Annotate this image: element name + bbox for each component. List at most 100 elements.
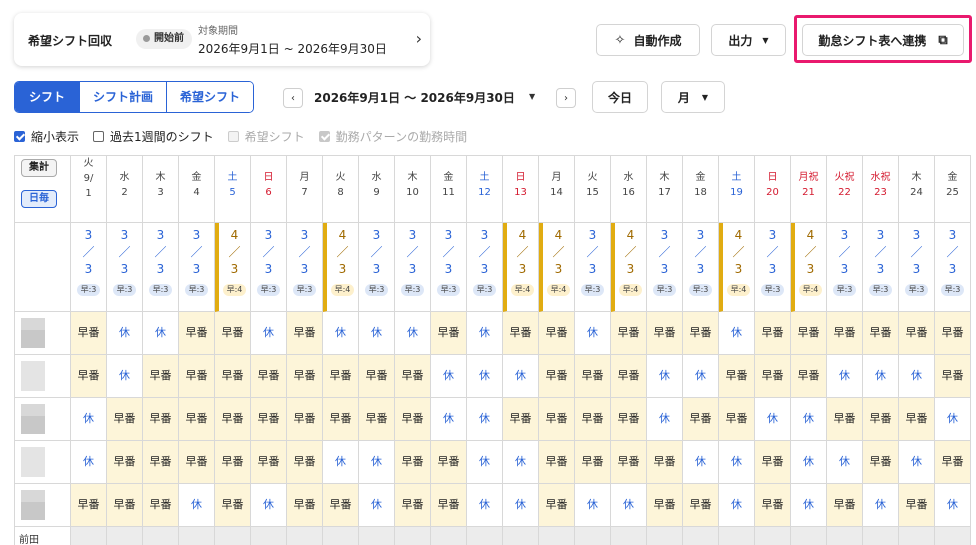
shift-cell[interactable]: 休 — [467, 355, 503, 398]
shift-cell[interactable]: 早番 — [683, 484, 719, 527]
shift-cell[interactable]: 早番 — [359, 355, 395, 398]
shift-cell[interactable]: 早番 — [863, 441, 899, 484]
shift-cell[interactable] — [107, 527, 143, 545]
shift-cell[interactable]: 早番 — [575, 441, 611, 484]
shift-cell[interactable]: 早番 — [935, 355, 971, 398]
shift-cell[interactable]: 休 — [179, 484, 215, 527]
shift-cell[interactable]: 休 — [899, 441, 935, 484]
shift-cell[interactable]: 早番 — [647, 484, 683, 527]
day-header[interactable]: 土 12 — [467, 155, 503, 223]
employee-name-cell[interactable] — [14, 355, 71, 398]
shift-cell[interactable]: 休 — [71, 441, 107, 484]
export-button[interactable]: 出力 ▼ — [711, 24, 786, 56]
shift-cell[interactable]: 早番 — [719, 398, 755, 441]
caret-down-icon[interactable]: ▼ — [529, 92, 535, 101]
shift-cell[interactable]: 早番 — [611, 441, 647, 484]
shift-cell[interactable] — [899, 527, 935, 545]
shift-cell[interactable]: 早番 — [143, 484, 179, 527]
day-header[interactable]: 金 25 — [935, 155, 971, 223]
shift-cell[interactable]: 早番 — [71, 484, 107, 527]
shift-cell[interactable]: 早番 — [863, 312, 899, 355]
shift-cell[interactable]: 休 — [827, 355, 863, 398]
shift-cell[interactable]: 休 — [935, 398, 971, 441]
shift-cell[interactable]: 早番 — [539, 484, 575, 527]
shift-cell[interactable]: 休 — [863, 484, 899, 527]
shift-cell[interactable]: 休 — [683, 441, 719, 484]
day-header[interactable]: 日 20 — [755, 155, 791, 223]
chevron-right-icon[interactable]: › — [416, 29, 422, 48]
shift-cell[interactable]: 休 — [791, 441, 827, 484]
shift-cell[interactable]: 休 — [107, 355, 143, 398]
shift-cell[interactable]: 早番 — [899, 312, 935, 355]
option-checkbox-1[interactable]: 過去1週間のシフト — [93, 128, 214, 145]
shift-cell[interactable]: 早番 — [863, 398, 899, 441]
shift-cell[interactable]: 休 — [755, 398, 791, 441]
employee-name-cell[interactable]: 前田 — [14, 527, 71, 545]
shift-cell[interactable]: 休 — [719, 484, 755, 527]
shift-cell[interactable]: 早番 — [791, 312, 827, 355]
shift-cell[interactable]: 早番 — [899, 484, 935, 527]
day-header[interactable]: 日 13 — [503, 155, 539, 223]
shift-cell[interactable]: 早番 — [287, 355, 323, 398]
shift-cell[interactable]: 早番 — [899, 398, 935, 441]
shift-cell[interactable]: 早番 — [287, 398, 323, 441]
date-range-label[interactable]: 2026年9月1日 〜 2026年9月30日 — [314, 89, 515, 106]
shift-cell[interactable]: 早番 — [827, 484, 863, 527]
day-header[interactable]: 土5 — [215, 155, 251, 223]
shift-cell[interactable] — [143, 527, 179, 545]
shift-cell[interactable]: 休 — [467, 398, 503, 441]
shift-cell[interactable]: 早番 — [539, 398, 575, 441]
shift-cell[interactable]: 早番 — [431, 441, 467, 484]
employee-name-cell[interactable] — [14, 484, 71, 527]
daily-view-button[interactable]: 日毎 — [21, 190, 57, 208]
shift-cell[interactable]: 休 — [899, 355, 935, 398]
shift-cell[interactable]: 早番 — [107, 484, 143, 527]
shift-cell[interactable]: 早番 — [251, 398, 287, 441]
shift-cell[interactable]: 早番 — [539, 441, 575, 484]
day-header[interactable]: 木3 — [143, 155, 179, 223]
shift-cell[interactable]: 休 — [251, 484, 287, 527]
shift-cell[interactable]: 早番 — [107, 398, 143, 441]
shift-cell[interactable]: 早番 — [647, 441, 683, 484]
shift-cell[interactable]: 早番 — [287, 484, 323, 527]
shift-cell[interactable]: 早番 — [107, 441, 143, 484]
tab-shift[interactable]: シフト — [15, 82, 80, 112]
shift-cell[interactable]: 休 — [575, 484, 611, 527]
shift-cell[interactable] — [827, 527, 863, 545]
shift-cell[interactable]: 早番 — [827, 312, 863, 355]
shift-cell[interactable] — [323, 527, 359, 545]
shift-cell[interactable]: 休 — [467, 312, 503, 355]
shift-cell[interactable]: 早番 — [719, 355, 755, 398]
day-header[interactable]: 月祝 21 — [791, 155, 827, 223]
shift-cell[interactable] — [575, 527, 611, 545]
shift-cell[interactable]: 休 — [359, 312, 395, 355]
shift-cell[interactable]: 休 — [431, 398, 467, 441]
day-header[interactable]: 木 24 — [899, 155, 935, 223]
checkbox-box[interactable] — [93, 131, 105, 142]
shift-cell[interactable] — [539, 527, 575, 545]
day-header[interactable]: 月 14 — [539, 155, 575, 223]
shift-cell[interactable]: 早番 — [179, 312, 215, 355]
day-header[interactable]: 火8 — [323, 155, 359, 223]
shift-cell[interactable] — [251, 527, 287, 545]
shift-cell[interactable]: 早番 — [143, 398, 179, 441]
shift-cell[interactable]: 早番 — [935, 312, 971, 355]
total-view-button[interactable]: 集計 — [21, 159, 57, 177]
shift-cell[interactable]: 早番 — [215, 398, 251, 441]
shift-cell[interactable]: 早番 — [251, 355, 287, 398]
shift-cell[interactable]: 早番 — [395, 441, 431, 484]
shift-cell[interactable]: 早番 — [179, 355, 215, 398]
shift-cell[interactable]: 早番 — [647, 312, 683, 355]
shift-cell[interactable]: 休 — [647, 355, 683, 398]
shift-cell[interactable]: 早番 — [179, 441, 215, 484]
shift-cell[interactable]: 早番 — [395, 484, 431, 527]
day-header[interactable]: 土 19 — [719, 155, 755, 223]
shift-cell[interactable]: 早番 — [575, 355, 611, 398]
shift-cell[interactable] — [863, 527, 899, 545]
auto-create-button[interactable]: ✧ 自動作成 — [596, 24, 700, 56]
shift-cell[interactable]: 休 — [503, 441, 539, 484]
shift-cell[interactable]: 休 — [647, 398, 683, 441]
shift-cell[interactable]: 早番 — [71, 312, 107, 355]
shift-cell[interactable] — [683, 527, 719, 545]
shift-cell[interactable]: 休 — [683, 355, 719, 398]
